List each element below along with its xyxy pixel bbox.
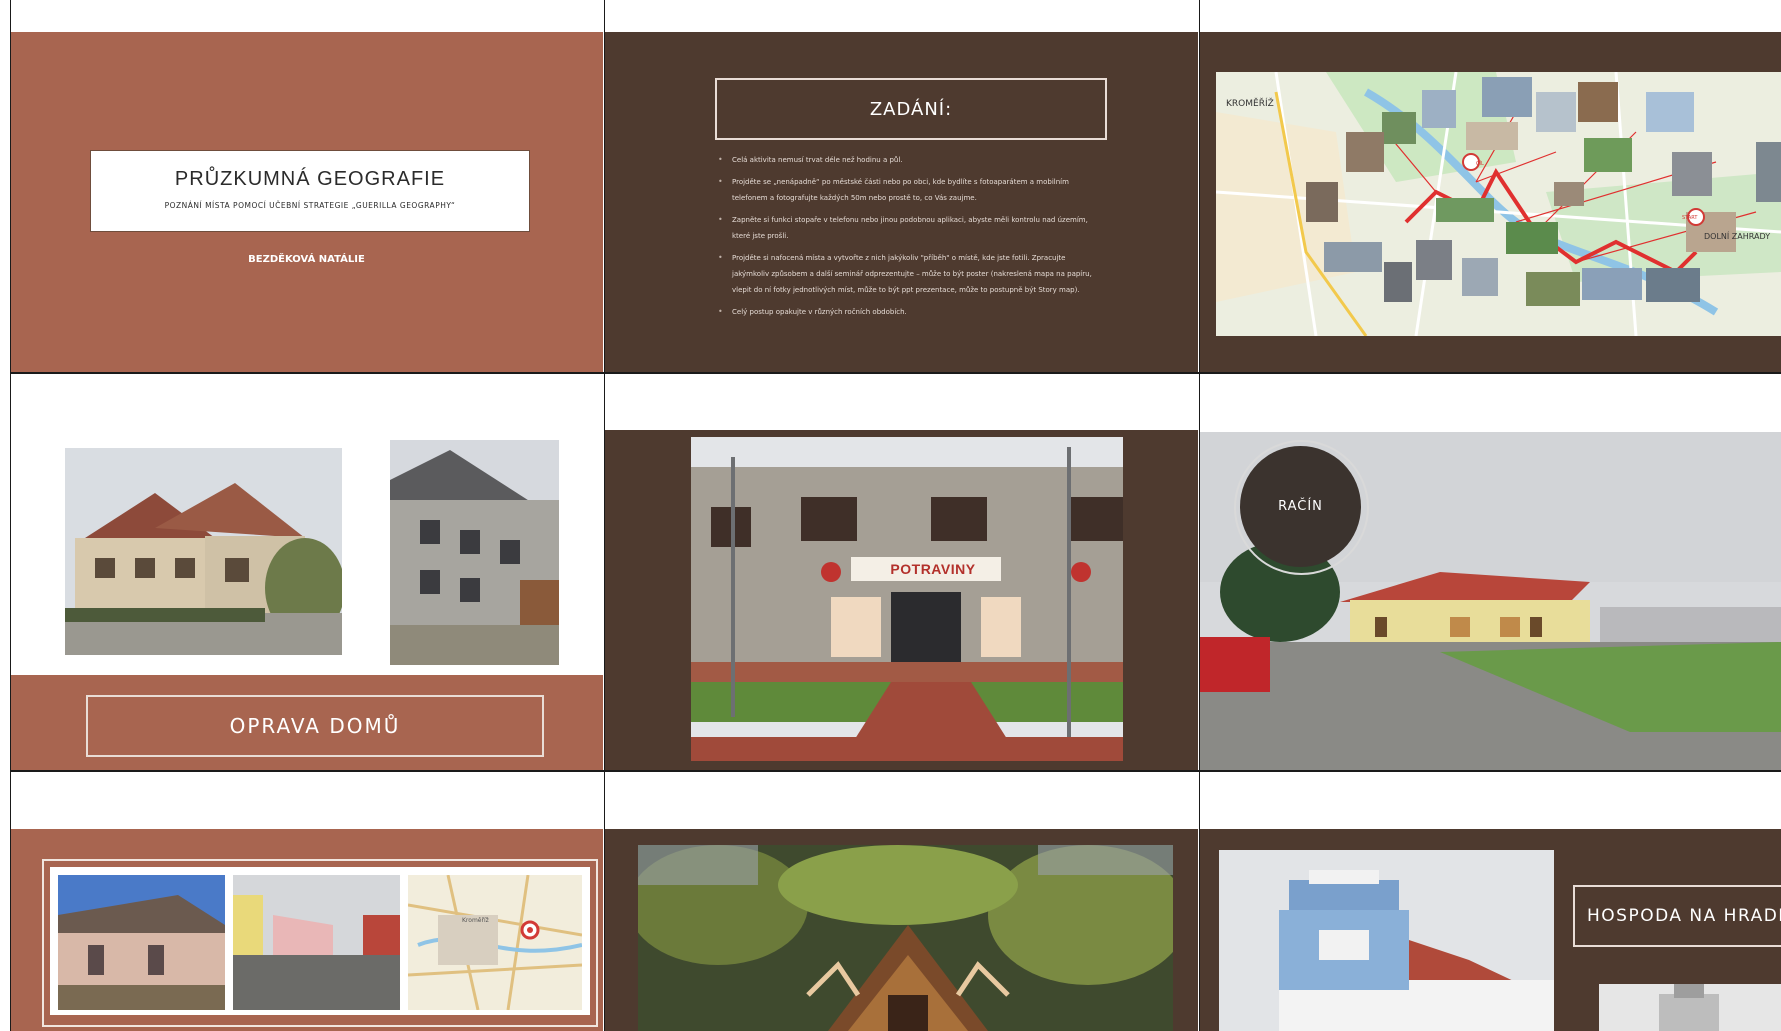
presentation-title: PRŮZKUMNÁ GEOGRAFIE bbox=[174, 168, 446, 190]
map-label-city: KROMĚŘÍŽ bbox=[1226, 99, 1274, 109]
bullet-item: Zapněte si funkci stopaře v telefonu neb… bbox=[718, 212, 1098, 244]
racin-label: RAČÍN bbox=[1278, 499, 1323, 514]
presentation-subtitle: POZNÁNÍ MÍSTA POMOCÍ UČEBNÍ STRATEGIE „G… bbox=[164, 201, 456, 210]
slide-thumbnail-collage[interactable]: Kroměříž bbox=[10, 772, 603, 1031]
collage-map bbox=[408, 875, 582, 1010]
route-map-image bbox=[1216, 72, 1781, 336]
slide-thumbnail-clock[interactable] bbox=[605, 772, 1198, 1031]
grid-divider bbox=[10, 770, 1781, 772]
slide-thumbnail-hospoda[interactable]: HOSPODA NA HRADĚ bbox=[1200, 772, 1781, 1031]
grid-divider bbox=[1199, 0, 1200, 1031]
grid-divider bbox=[10, 372, 1781, 374]
house-photo bbox=[390, 440, 559, 665]
collage-photo bbox=[58, 875, 225, 1010]
shop-sign: POTRAVINY bbox=[890, 561, 976, 577]
hospoda-label-text: HOSPODA NA HRADĚ bbox=[1587, 906, 1781, 926]
hospoda-photo bbox=[1219, 850, 1554, 1031]
assignment-heading-text: ZADÁNÍ: bbox=[869, 98, 953, 120]
bullet-item: Celý postup opakujte v různých ročních o… bbox=[718, 304, 1098, 320]
map-label-area: DOLNÍ ZAHRADY bbox=[1704, 232, 1771, 241]
bullet-item: Celá aktivita nemusí trvat déle než hodi… bbox=[718, 152, 1098, 168]
bullet-item: Projděte se „nenápadně“ po městské části… bbox=[718, 174, 1098, 206]
bullet-item: Projděte si nafocená místa a vytvořte z … bbox=[718, 250, 1098, 298]
assignment-bullets: Celá aktivita nemusí trvat déle než hodi… bbox=[718, 152, 1098, 326]
author-name: BEZDĚKOVÁ NATÁLIE bbox=[248, 254, 365, 265]
assignment-heading: ZADÁNÍ: bbox=[715, 78, 1107, 140]
racin-badge: RAČÍN bbox=[1240, 446, 1361, 567]
title-box: PRŮZKUMNÁ GEOGRAFIE POZNÁNÍ MÍSTA POMOCÍ… bbox=[90, 150, 530, 232]
hospoda-photo-small bbox=[1599, 984, 1781, 1031]
grid-divider bbox=[10, 0, 11, 1031]
slide-thumbnail-map[interactable]: KROMĚŘÍŽ DOLNÍ ZAHRADY CÍL START bbox=[1200, 0, 1781, 395]
slide-thumbnail-racin[interactable]: RAČÍN bbox=[1200, 375, 1781, 770]
map-label-start: START bbox=[1682, 215, 1698, 221]
slide-thumbnail-assignment[interactable]: ZADÁNÍ: Celá aktivita nemusí trvat déle … bbox=[605, 0, 1198, 395]
repair-label-text: OPRAVA DOMŮ bbox=[229, 714, 401, 738]
cuckoo-clock-photo bbox=[638, 845, 1173, 1031]
collage-photo bbox=[233, 875, 400, 1010]
slide-thumbnail-shop[interactable]: POTRAVINY bbox=[605, 375, 1198, 770]
grid-divider bbox=[604, 0, 605, 1031]
repair-label: OPRAVA DOMŮ bbox=[86, 695, 544, 757]
shop-photo bbox=[691, 437, 1123, 761]
hospoda-label: HOSPODA NA HRADĚ bbox=[1573, 885, 1781, 947]
map-label-finish: CÍL bbox=[1476, 161, 1484, 167]
slide-thumbnail-title[interactable]: PRŮZKUMNÁ GEOGRAFIE POZNÁNÍ MÍSTA POMOCÍ… bbox=[10, 0, 603, 395]
slide-thumbnail-repair[interactable]: OPRAVA DOMŮ bbox=[10, 375, 603, 770]
collage-map-label: Kroměříž bbox=[462, 917, 489, 924]
house-photo bbox=[65, 448, 342, 655]
